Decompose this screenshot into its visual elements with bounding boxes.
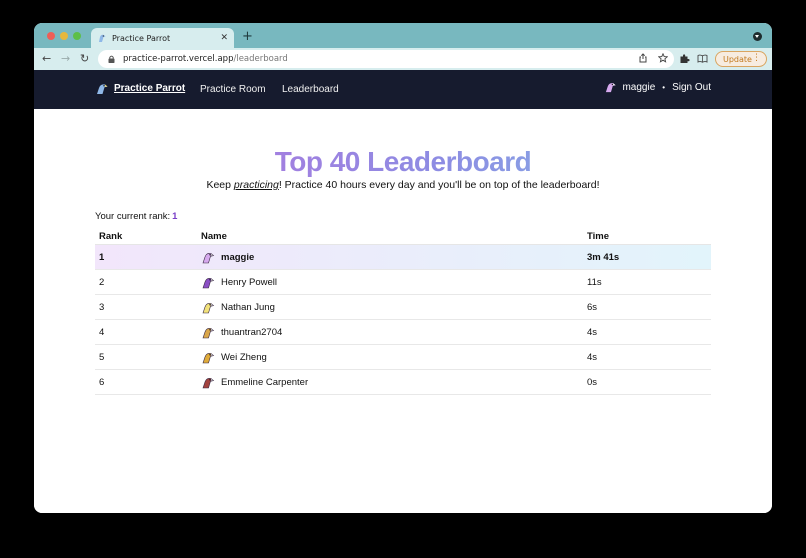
close-window-button[interactable] — [47, 32, 55, 40]
current-rank: Your current rank: 1 — [95, 211, 177, 222]
parrot-avatar-icon — [202, 327, 215, 338]
page-subtitle: Keep practicing! Practice 40 hours every… — [34, 179, 772, 191]
tab-title: Practice Parrot — [112, 33, 171, 43]
table-row: 1 maggie 3m 41s — [95, 245, 711, 270]
row-rank: 2 — [99, 276, 105, 288]
menu-kebab-icon[interactable]: ⋮ — [752, 53, 761, 63]
brand-name: Practice Parrot — [114, 83, 186, 94]
close-tab-icon[interactable]: ✕ — [220, 33, 228, 43]
row-name: Nathan Jung — [221, 301, 275, 313]
url-path: /leaderboard — [233, 54, 288, 64]
row-rank: 1 — [99, 251, 105, 263]
lock-icon — [108, 55, 115, 63]
row-time: 3m 41s — [587, 251, 620, 263]
url-host: practice-parrot.vercel.app — [123, 54, 234, 64]
row-name: Henry Powell — [221, 276, 277, 288]
row-name-cell: Wei Zheng — [201, 351, 587, 364]
subtitle-emphasis: practicing — [233, 179, 279, 191]
site-navbar: Practice Parrot Practice Room Leaderboar… — [34, 70, 772, 109]
table-header: Rank Name Time — [95, 229, 711, 245]
table-row: 5 Wei Zheng 4s — [95, 345, 711, 370]
tab-strip: Practice Parrot ✕ + — [34, 23, 772, 48]
sign-out-link[interactable]: Sign Out — [672, 82, 711, 93]
share-icon[interactable] — [638, 53, 648, 63]
user-parrot-avatar-icon — [606, 83, 617, 93]
row-name-cell: maggie — [201, 251, 587, 264]
row-time: 11s — [587, 276, 602, 288]
row-name-cell: Henry Powell — [201, 276, 587, 289]
row-name: thuantran2704 — [221, 326, 283, 338]
nav-link-practice-room[interactable]: Practice Room — [200, 84, 266, 95]
reading-list-icon[interactable] — [697, 53, 708, 64]
parrot-logo-icon — [97, 84, 108, 94]
forward-arrow-icon[interactable]: → — [61, 52, 70, 65]
header-name: Name — [201, 231, 227, 242]
reload-icon[interactable]: ↻ — [80, 52, 89, 65]
new-tab-icon[interactable]: + — [242, 29, 253, 44]
row-name: maggie — [221, 251, 255, 263]
browser-window: Practice Parrot ✕ + ← → ↻ practice-parro… — [34, 23, 772, 513]
row-name: Emmeline Carpenter — [221, 376, 309, 388]
row-name-cell: Emmeline Carpenter — [201, 376, 587, 389]
current-rank-label: Your current rank: — [95, 211, 171, 222]
row-rank: 4 — [99, 326, 105, 338]
address-bar[interactable]: practice-parrot.vercel.app/leaderboard — [98, 50, 674, 68]
parrot-avatar-icon — [202, 252, 215, 263]
row-rank: 6 — [99, 376, 105, 388]
page-title: Top 40 Leaderboard — [34, 146, 772, 178]
back-arrow-icon[interactable]: ← — [42, 52, 51, 65]
update-label: Update — [723, 54, 752, 64]
row-name-cell: Nathan Jung — [201, 301, 587, 314]
parrot-avatar-icon — [202, 352, 215, 363]
parrot-favicon-icon — [99, 34, 106, 42]
table-row: 3 Nathan Jung 6s — [95, 295, 711, 320]
row-time: 4s — [587, 351, 598, 363]
update-button[interactable]: Update ⋮ — [715, 51, 767, 67]
parrot-avatar-icon — [202, 377, 215, 388]
header-time: Time — [587, 231, 610, 242]
row-time: 6s — [587, 301, 598, 313]
minimize-window-button[interactable] — [60, 32, 68, 40]
maximize-window-button[interactable] — [73, 32, 81, 40]
user-menu: maggie • Sign Out — [604, 81, 711, 93]
username[interactable]: maggie — [622, 82, 655, 93]
browser-toolbar: ← → ↻ practice-parrot.vercel.app/leaderb… — [34, 48, 772, 70]
subtitle-pre: Keep — [206, 179, 234, 191]
row-rank: 5 — [99, 351, 105, 363]
table-row: 2 Henry Powell 11s — [95, 270, 711, 295]
nav-separator: • — [662, 82, 666, 92]
bookmark-star-icon[interactable] — [658, 53, 668, 63]
browser-tab[interactable]: Practice Parrot ✕ — [91, 28, 234, 48]
main-content: Top 40 Leaderboard Keep practicing! Prac… — [34, 109, 772, 513]
tab-search-icon[interactable] — [753, 32, 762, 41]
row-time: 0s — [587, 376, 598, 388]
parrot-avatar-icon — [202, 277, 215, 288]
current-rank-value: 1 — [172, 211, 178, 222]
leaderboard-table: Rank Name Time 1 maggie 3m 41s 2 Henry Powel… — [95, 229, 711, 395]
table-row: 4 thuantran2704 4s — [95, 320, 711, 345]
table-row: 6 Emmeline Carpenter 0s — [95, 370, 711, 395]
row-name: Wei Zheng — [221, 351, 267, 363]
row-name-cell: thuantran2704 — [201, 326, 587, 339]
extensions-puzzle-icon[interactable] — [679, 53, 690, 64]
header-rank: Rank — [99, 231, 123, 242]
subtitle-post: ! Practice 40 hours every day and you'll… — [278, 179, 600, 191]
row-rank: 3 — [99, 301, 105, 313]
row-time: 4s — [587, 326, 598, 338]
nav-link-leaderboard[interactable]: Leaderboard — [282, 84, 339, 95]
parrot-avatar-icon — [202, 302, 215, 313]
brand-link[interactable]: Practice Parrot — [95, 82, 185, 95]
